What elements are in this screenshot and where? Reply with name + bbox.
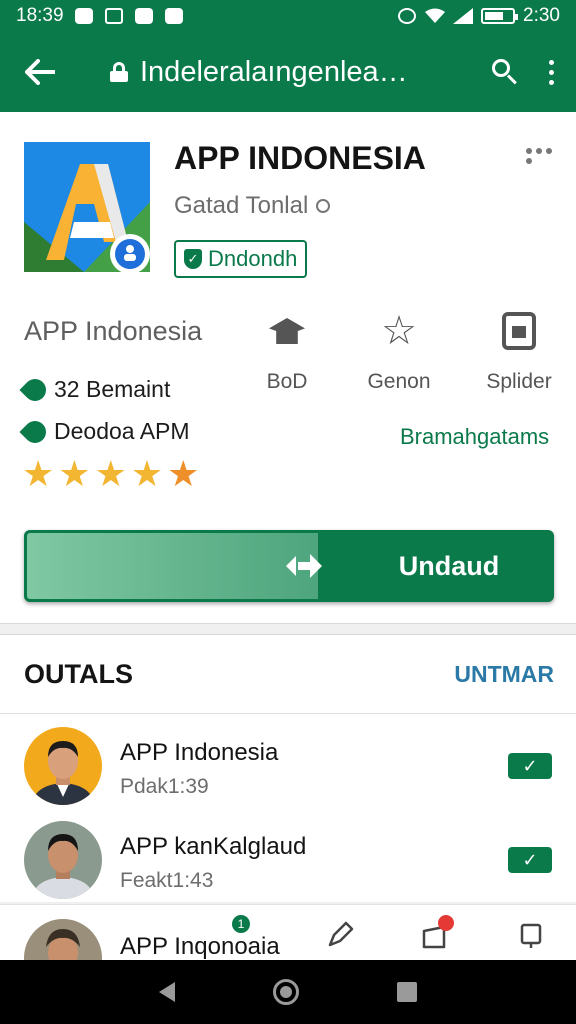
bottom-toolbar: APP Inqonoaia 1 <box>0 904 576 960</box>
list-item[interactable]: APP kanKalglaud Feakt1:43 ✓ <box>0 821 576 917</box>
lock-icon <box>110 62 128 82</box>
item-title: APP Inqonoaia <box>120 933 280 960</box>
nav-home-icon[interactable] <box>273 979 299 1005</box>
stat-publisher: Deodoa APM <box>19 415 190 448</box>
list-item[interactable]: APP Indonesia Pdak1:39 ✓ <box>0 727 576 823</box>
star-icon: ★ <box>58 453 91 494</box>
nav-back-icon[interactable] <box>159 982 175 1002</box>
item-subtitle: Pdak1:39 <box>120 775 209 798</box>
section-title: OUTALS <box>24 659 133 689</box>
avatar <box>24 821 102 899</box>
divider <box>0 713 576 714</box>
app-title: APP INDONESIA <box>174 140 426 176</box>
url-field[interactable]: Indeleralaıngenlea… <box>110 56 408 89</box>
edit-icon[interactable] <box>326 921 354 949</box>
status-time: 18:39 <box>16 5 64 26</box>
package-icon <box>502 312 536 350</box>
status-bar: 18:39 2:30 <box>0 0 576 32</box>
action-bod[interactable]: BoD <box>232 310 342 394</box>
leaf-icon <box>19 415 51 448</box>
wifi-icon <box>425 7 446 25</box>
star-icon: ★ <box>130 453 164 494</box>
url-text: Indeleralaıngenlea… <box>140 55 408 88</box>
battery-icon <box>481 8 519 24</box>
arrow-left-icon <box>25 59 55 85</box>
check-icon[interactable]: ✓ <box>508 753 552 779</box>
status-clock: 2:30 <box>523 5 560 26</box>
alert-dot <box>438 915 454 931</box>
star-icon: ★ <box>22 453 55 494</box>
star-outline-icon: ☆ <box>381 309 417 353</box>
mail-icon <box>134 7 154 25</box>
overflow-menu-icon[interactable] <box>546 59 556 85</box>
rating-stars: ★ ★ ★ ★ ★ <box>22 456 199 492</box>
app-subname: APP Indonesia <box>24 316 203 346</box>
action-label: Splider <box>486 370 552 393</box>
install-button[interactable]: Undaud <box>24 530 554 602</box>
avatar <box>24 919 102 960</box>
install-progress <box>24 530 321 602</box>
action-splider[interactable]: Splider <box>464 310 574 394</box>
check-icon[interactable]: ✓ <box>508 847 552 873</box>
action-genon[interactable]: ☆ Genon <box>344 310 454 394</box>
notification-badge: 1 <box>232 915 250 933</box>
arrows-icon <box>286 554 322 578</box>
developer-name[interactable]: Gatad Tonlal <box>174 192 331 220</box>
image-icon <box>104 7 124 25</box>
star-icon: ★ <box>167 453 200 494</box>
alarm-icon <box>397 7 417 25</box>
install-label: Undaud <box>398 550 500 581</box>
tabs-icon[interactable] <box>518 921 546 949</box>
stat-downloads: 32 Bemaint <box>19 373 170 406</box>
app-bar: Indeleralaıngenlea… <box>0 32 576 112</box>
shield-check-icon: ✓ <box>184 249 202 269</box>
categories-link[interactable]: Bramahgatams <box>400 424 549 450</box>
leaf-icon <box>19 373 51 406</box>
item-title: APP Indonesia <box>120 739 279 766</box>
signal-icon <box>453 7 474 25</box>
more-options-icon[interactable] <box>526 148 554 164</box>
verified-badge: ✓ Dndondh <box>174 240 308 278</box>
shield-icon <box>164 7 184 25</box>
app-detail-card: APP INDONESIA Gatad Tonlal ✓ Dndondh APP… <box>0 112 576 624</box>
search-icon[interactable] <box>492 59 518 85</box>
avatar <box>24 727 102 805</box>
graduation-cap-icon <box>269 318 305 344</box>
system-nav-bar <box>0 960 576 1024</box>
nav-recents-icon[interactable] <box>397 982 417 1002</box>
action-label: Genon <box>367 370 431 393</box>
apps-section: OUTALS UNTMAR APP Indonesia Pdak1:39 ✓ A… <box>0 634 576 902</box>
section-more-link[interactable]: UNTMAR <box>454 661 554 688</box>
item-title: APP kanKalglaud <box>120 833 307 860</box>
back-button[interactable] <box>20 52 60 92</box>
item-subtitle: Feakt1:43 <box>120 869 214 892</box>
star-icon: ★ <box>94 453 127 494</box>
info-icon <box>316 199 331 213</box>
action-label: BoD <box>266 370 308 393</box>
notification-icon <box>74 7 94 25</box>
